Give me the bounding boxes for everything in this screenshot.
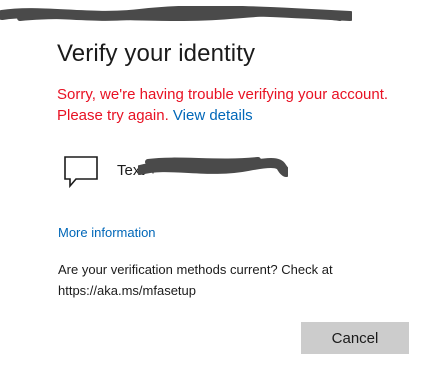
error-message: Sorry, we're having trouble verifying yo… bbox=[57, 84, 417, 126]
verification-method-text[interactable]: Text + bbox=[58, 150, 358, 190]
verification-methods-current-text: Are your verification methods current? C… bbox=[58, 262, 333, 298]
redacted-phone-number bbox=[138, 157, 288, 177]
page-title: Verify your identity bbox=[57, 40, 256, 67]
more-information-link[interactable]: More information bbox=[58, 225, 156, 240]
cancel-button[interactable]: Cancel bbox=[301, 322, 409, 354]
view-details-link[interactable]: View details bbox=[173, 107, 253, 124]
redacted-account-email bbox=[0, 6, 352, 21]
chat-message-icon bbox=[64, 156, 98, 189]
